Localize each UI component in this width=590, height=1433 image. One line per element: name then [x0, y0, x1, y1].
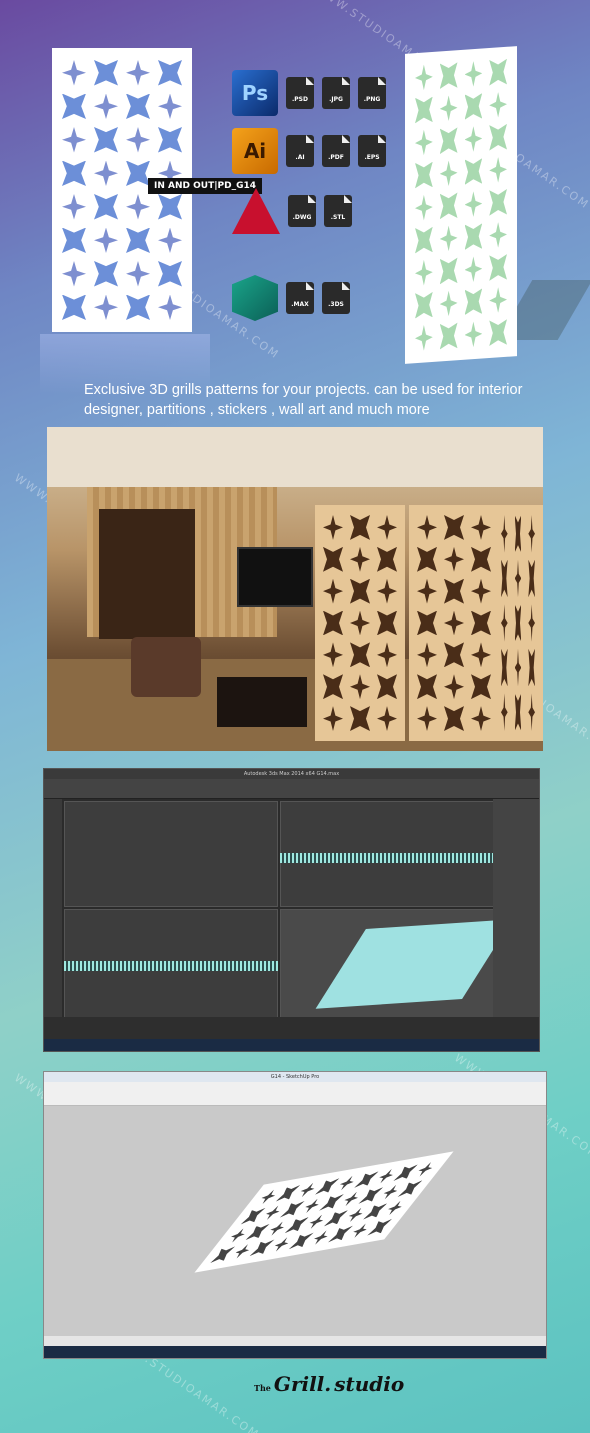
toolbar [44, 779, 539, 799]
file-icon: .STL [324, 195, 352, 227]
panel-sketchup-model [194, 1151, 454, 1273]
file-icon: .MAX [286, 282, 314, 314]
viewport-top [64, 801, 278, 907]
toolbar [44, 1090, 546, 1106]
logo-suffix: studio [334, 1372, 405, 1396]
interior-render [47, 427, 543, 751]
file-icon: .PSD [286, 77, 314, 109]
status-bar [44, 1336, 546, 1346]
ceiling [47, 427, 543, 487]
grill-partition [315, 505, 405, 741]
file-icon: .3DS [322, 282, 350, 314]
illustrator-row: Ai .AI .PDF .EPS [232, 128, 386, 174]
grill-partition [493, 505, 543, 741]
front-view-bar [280, 853, 494, 863]
command-panel [493, 799, 539, 1019]
photoshop-icon: Ps [232, 70, 278, 116]
illustrator-icon: Ai [232, 128, 278, 174]
3dsmax-row: .MAX .3DS [232, 275, 350, 321]
3dsmax-screenshot: Autodesk 3ds Max 2014 x64 G14.max [43, 768, 540, 1052]
grill-panel-perspective [405, 46, 517, 364]
coffee-table [217, 677, 307, 727]
logo-prefix: The [254, 1383, 271, 1393]
tagline: Exclusive 3D grills patterns for your pr… [84, 382, 523, 418]
3dsmax-icon [232, 275, 278, 321]
file-icon: .PNG [358, 77, 386, 109]
file-icon: .JPG [322, 77, 350, 109]
grill-partition [409, 505, 499, 741]
file-icon: .EPS [358, 135, 386, 167]
sketchup-screenshot: G14 - SketchUp Pro [43, 1071, 547, 1359]
autocad-icon [232, 188, 280, 234]
file-icon: .PDF [322, 135, 350, 167]
autocad-row: .DWG .STL [232, 188, 352, 234]
file-icon: .DWG [288, 195, 316, 227]
taskbar [44, 1039, 539, 1051]
logo-brand: Grill. [273, 1372, 332, 1396]
menu-bar [44, 1082, 546, 1090]
timeline-status [44, 1017, 539, 1039]
brand-logo: The Grill. studio [254, 1372, 404, 1396]
armchair [131, 637, 201, 697]
window-title: Autodesk 3ds Max 2014 x64 G14.max [44, 769, 539, 779]
file-icon: .AI [286, 135, 314, 167]
display-shelf [99, 509, 195, 639]
left-view-bar [64, 961, 278, 971]
taskbar [44, 1346, 546, 1358]
photoshop-row: Ps .PSD .JPG .PNG [232, 70, 386, 116]
left-toolbar [44, 799, 62, 1019]
window-title: G14 - SketchUp Pro [44, 1072, 546, 1082]
television [237, 547, 313, 607]
